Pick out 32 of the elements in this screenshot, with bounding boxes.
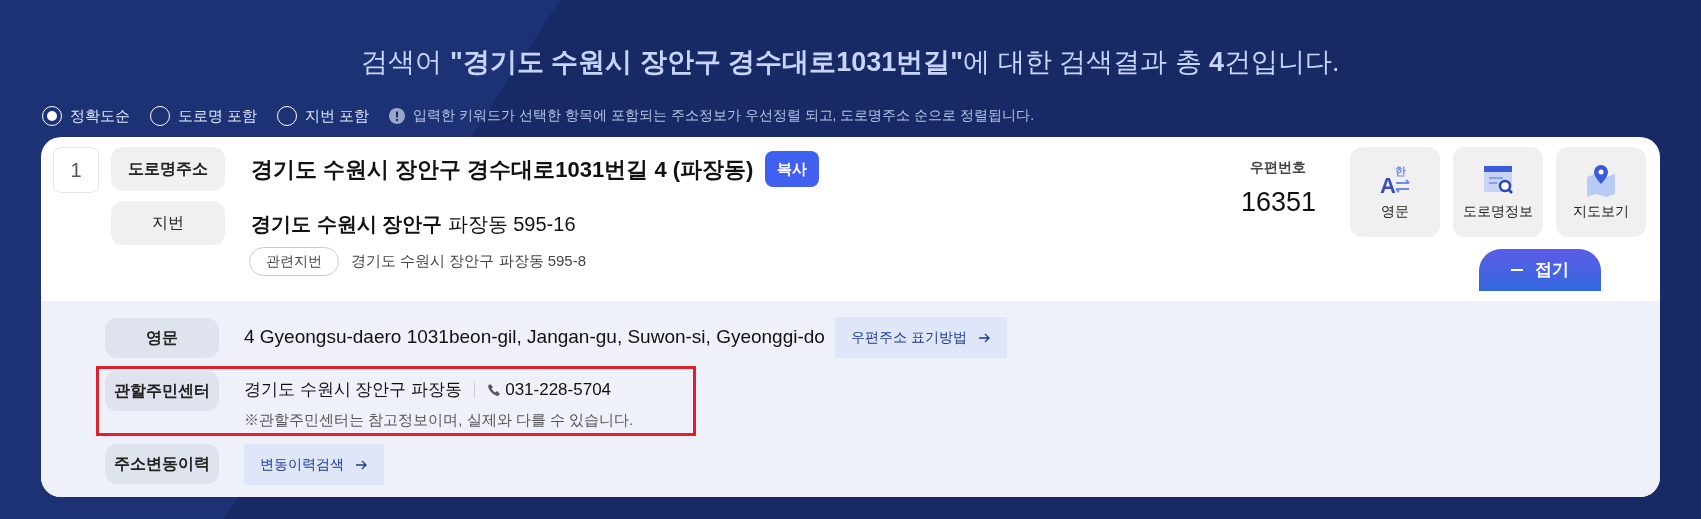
minus-icon xyxy=(1511,269,1523,271)
arrow-icon xyxy=(356,459,368,470)
postal-code: 16351 xyxy=(1240,186,1316,219)
english-address: 4 Gyeongsu-daero 1031beon-gil, Jangan-gu, Suwon-si, Gyeonggi-do xyxy=(244,325,825,350)
field-label: 도로명주소 xyxy=(111,147,225,191)
sort-radio[interactable]: 정확도순 xyxy=(42,104,130,127)
action-button[interactable]: 도로명정보 xyxy=(1453,147,1543,237)
road-address: 경기도 수원시 장안구 경수대로1031번길 4 (파장동) xyxy=(251,155,754,184)
field-label: 관할주민센터 xyxy=(105,371,219,411)
fold-button[interactable]: 접기 xyxy=(1479,249,1601,291)
field-label: 지번 xyxy=(111,201,225,245)
search-result-headline: 검색어 "경기도 수원시 장안구 경수대로1031번길"에 대한 검색결과 총 4건입니다. xyxy=(360,46,1341,79)
copy-button[interactable]: 복사 xyxy=(765,150,820,188)
phone-number: 031-228-5704 xyxy=(505,379,612,401)
action-button[interactable]: 지도보기 xyxy=(1556,147,1646,237)
postal-format-link[interactable]: 우편주소 표기방법 xyxy=(834,317,1007,358)
postal-code-label: 우편번호 xyxy=(1250,158,1307,177)
result-number: 1 xyxy=(53,147,99,193)
sort-radio[interactable]: 도로명 포함 xyxy=(150,104,258,127)
center-address: 경기도 수원시 장안구 파장동 xyxy=(244,379,463,401)
history-search-link[interactable]: 변동이력검색 xyxy=(244,444,384,485)
arrow-icon xyxy=(978,332,991,343)
sort-note: 입력한 키워드가 선택한 항목에 포함되는 주소정보가 우선정렬 되고, 도로명주소 순으로 정렬됩니다. xyxy=(413,106,1035,126)
field-label: 주소변동이력 xyxy=(105,444,219,484)
related-address: 경기도 수원시 장안구 파장동 595-8 xyxy=(351,251,587,272)
field-label: 영문 xyxy=(105,317,219,358)
phone-icon xyxy=(487,382,502,397)
sort-radio[interactable]: 지번 포함 xyxy=(277,104,370,127)
center-note: ※관할주민센터는 참고정보이며, 실제와 다를 수 있습니다. xyxy=(244,409,634,430)
jibun-address: 경기도 수원시 장안구 파장동 595-16 xyxy=(251,212,577,237)
map-pin-icon xyxy=(1584,162,1618,197)
info-icon xyxy=(389,107,406,124)
